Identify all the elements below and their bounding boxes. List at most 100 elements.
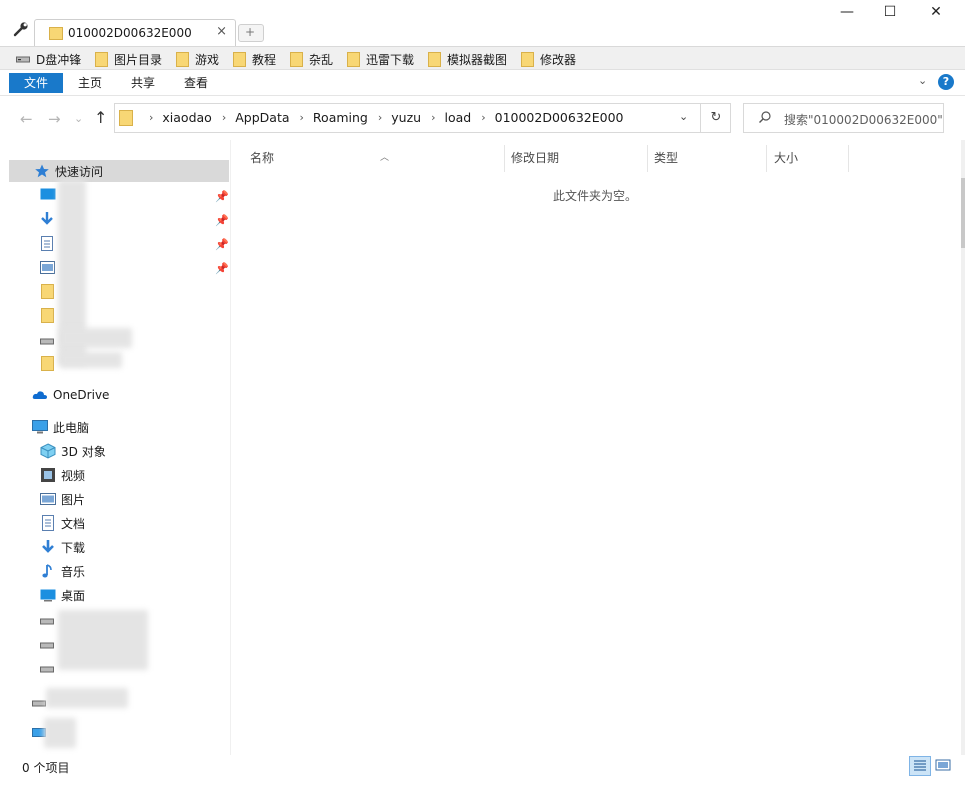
minimize-button[interactable]: — [824,4,870,26]
ribbon: 文件 主页 共享 查看 ⌄ ? [0,70,965,96]
sidebar-item-label: 3D 对象 [61,444,106,459]
folder-icon [428,51,441,67]
wrench-icon[interactable] [12,20,30,38]
status-bar: 0 个项目 [0,755,965,786]
help-icon[interactable]: ? [938,74,954,90]
breadcrumb-item[interactable]: load [445,110,472,125]
folder-icon [41,308,54,323]
tab-share[interactable]: 共享 [131,73,155,93]
folder-icon [95,51,108,67]
bookmark-item[interactable]: 杂乱 [290,50,333,68]
pin-icon[interactable]: 📌 [215,214,229,227]
sidebar-item-label: 视频 [61,468,86,483]
sidebar-item-label: 此电脑 [53,420,90,435]
details-view-button[interactable] [909,756,931,776]
folder-icon [347,51,360,67]
back-button[interactable]: ← [20,110,33,128]
close-window-button[interactable]: ✕ [913,4,959,26]
sidebar-item-label: 文档 [61,516,86,531]
folder-icon [49,27,63,40]
bookmark-label: 迅雷下载 [366,52,415,67]
bookmark-item[interactable]: 游戏 [176,50,219,68]
folder-icon [233,51,246,67]
maximize-button[interactable]: ☐ [867,4,913,26]
bookmark-item[interactable]: D盘冲锋 [16,50,81,68]
breadcrumb: › xiaodao › AppData › Roaming › yuzu › l… [139,110,624,125]
pin-icon[interactable]: 📌 [215,238,229,251]
sidebar-item-videos[interactable]: 视频 [0,464,229,486]
sidebar-item-3d-objects[interactable]: 3D 对象 [0,440,229,462]
bookmark-item[interactable]: 修改器 [521,50,576,68]
picture-icon [40,261,55,274]
redacted-area [44,718,76,748]
tab-close-button[interactable]: × [216,24,227,39]
address-bar[interactable]: › xiaodao › AppData › Roaming › yuzu › l… [114,103,731,133]
sidebar-item-downloads[interactable]: 下载 [0,536,229,558]
chevron-right-icon[interactable]: › [431,111,435,124]
up-button[interactable]: ↑ [94,108,107,127]
pin-icon[interactable]: 📌 [215,190,229,203]
bookmark-label: 模拟器截图 [447,52,508,67]
bookmark-item[interactable]: 模拟器截图 [428,50,507,68]
search-input[interactable]: 搜索"010002D00632E000" [743,103,944,133]
picture-icon [40,491,56,507]
sidebar-item-desktop[interactable]: 桌面 [0,584,229,606]
bookmark-label: 教程 [252,52,277,67]
chevron-right-icon[interactable]: › [300,111,304,124]
chevron-right-icon[interactable]: › [378,111,382,124]
download-icon [40,539,56,555]
new-tab-button[interactable]: + [238,24,264,42]
tab-view[interactable]: 查看 [184,73,208,93]
chevron-right-icon[interactable]: › [481,111,485,124]
large-icons-view-button[interactable] [933,756,955,776]
download-icon [41,212,53,225]
bookmark-label: 杂乱 [309,52,334,67]
bookmark-label: D盘冲锋 [36,52,82,67]
column-header-date-modified[interactable]: 修改日期 [503,145,648,172]
breadcrumb-item[interactable]: AppData [235,110,289,125]
pin-icon[interactable]: 📌 [215,262,229,275]
bookmark-label: 图片目录 [114,52,163,67]
folder-icon [119,110,133,126]
sidebar-item-documents[interactable]: 文档 [0,512,229,534]
recent-locations-button[interactable]: ⌄ [74,112,83,125]
column-header-name[interactable]: ︿ 名称 [242,145,505,172]
ribbon-expand-button[interactable]: ⌄ [918,74,927,87]
bookmark-item[interactable]: 图片目录 [95,50,162,68]
chevron-right-icon[interactable]: › [222,111,226,124]
column-header-size[interactable]: 大小 [766,145,849,172]
breadcrumb-item[interactable]: yuzu [391,110,421,125]
breadcrumb-item[interactable]: 010002D00632E000 [495,110,624,125]
document-icon [41,236,53,251]
sidebar-item-this-pc[interactable]: 此电脑 [0,416,229,438]
refresh-button[interactable]: ↻ [700,104,731,132]
drive-icon [40,338,54,345]
tab-home[interactable]: 主页 [78,73,102,93]
sidebar-item-onedrive[interactable]: OneDrive [0,384,229,406]
bookmark-item[interactable]: 教程 [233,50,276,68]
sidebar-item-music[interactable]: 音乐 [0,560,229,582]
empty-folder-message: 此文件夹为空。 [553,189,638,203]
tab-title: 010002D00632E000 [68,26,192,40]
forward-button[interactable]: → [48,110,61,128]
computer-icon [32,419,48,435]
chevron-right-icon: › [149,111,154,124]
sidebar-item-quick-access[interactable]: 快速访问 [9,160,229,182]
title-bar: 010002D00632E000 × + — ☐ ✕ [0,0,965,46]
bookmark-item[interactable]: 迅雷下载 [347,50,414,68]
sidebar-item-pictures[interactable]: 图片 [0,488,229,510]
breadcrumb-item[interactable]: xiaodao [162,110,211,125]
video-icon [40,467,56,483]
breadcrumb-item[interactable]: Roaming [313,110,368,125]
address-dropdown-button[interactable]: ⌄ [679,110,688,123]
desktop-icon [40,587,56,603]
scrollbar-thumb[interactable] [961,178,965,248]
tab-current-folder[interactable]: 010002D00632E000 × [34,19,236,46]
sidebar-item-label: 音乐 [61,564,86,579]
file-list[interactable]: ︿ 名称 修改日期 类型 大小 此文件夹为空。 [231,140,961,755]
column-header-type[interactable]: 类型 [646,145,767,172]
navigation-pane: 快速访问 📌 📌 📌 📌 OneDrive 此电脑 3D 对象 视频 图片 文档… [0,140,231,755]
tab-file[interactable]: 文件 [9,73,63,93]
sidebar-item-label: 下载 [61,540,86,555]
drive-icon [40,642,54,649]
